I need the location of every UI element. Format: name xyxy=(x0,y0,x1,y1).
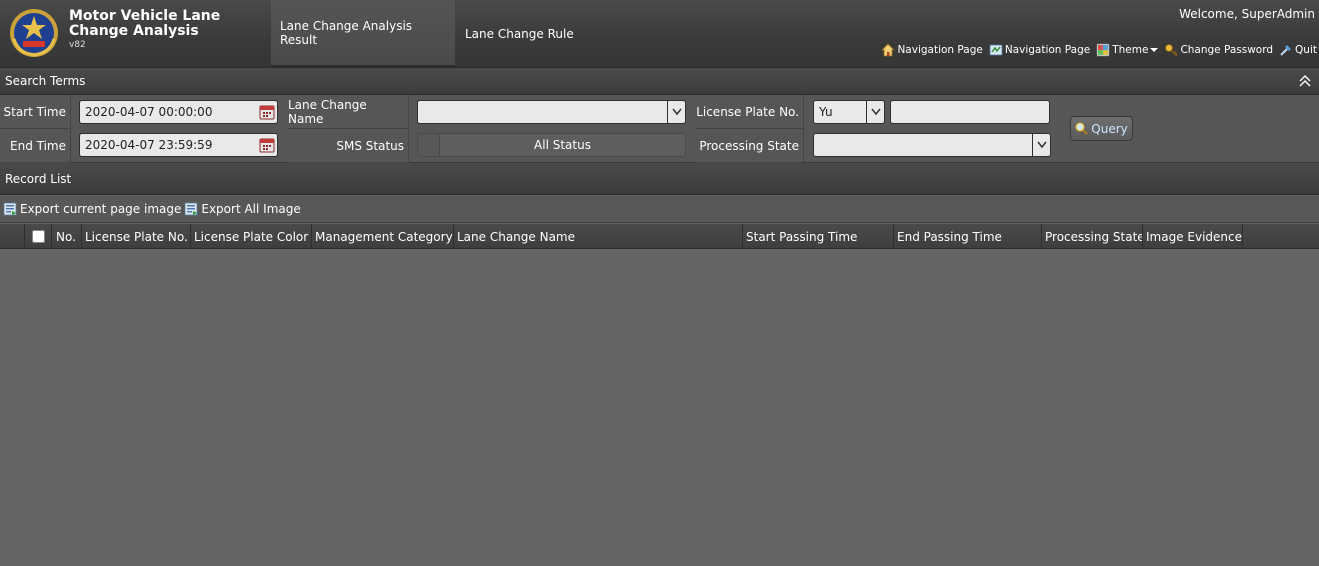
column-header-image-evidence[interactable]: Image Evidence xyxy=(1143,224,1243,249)
chevron-down-icon xyxy=(870,108,881,116)
app-header: Motor Vehicle Lane Change Analysis v82 L… xyxy=(0,0,1319,68)
column-header-start-passing-time[interactable]: Start Passing Time xyxy=(743,224,894,249)
column-header-license-plate-color[interactable]: License Plate Color xyxy=(191,224,312,249)
toplink-label: Navigation Page xyxy=(1004,44,1091,56)
chevron-down-icon xyxy=(1036,141,1047,149)
export-all-image-button[interactable]: Export All Image xyxy=(184,202,301,216)
key-icon xyxy=(1165,44,1178,57)
record-table-body xyxy=(0,250,1319,566)
query-label: Query xyxy=(1091,121,1128,136)
theme-icon xyxy=(1096,43,1110,57)
sms-status-label: SMS Status xyxy=(288,129,409,163)
export-image-icon xyxy=(3,202,17,216)
select-all-checkbox[interactable] xyxy=(31,230,45,243)
calendar-icon[interactable] xyxy=(259,137,275,153)
app-title: Motor Vehicle Lane Change Analysis xyxy=(69,8,221,39)
dropdown-arrow[interactable] xyxy=(1032,134,1050,156)
caret-down-icon xyxy=(1150,48,1159,52)
welcome-text: Welcome, SuperAdmin xyxy=(1179,7,1315,21)
license-plate-label: License Plate No. xyxy=(696,95,804,129)
export-all-image-label: Export All Image xyxy=(201,202,301,216)
toplink-label: Navigation Page xyxy=(897,44,983,56)
start-time-value: 2020-04-07 00:00:00 xyxy=(85,105,213,119)
column-header-management-category[interactable]: Management Category xyxy=(312,224,454,249)
quit-link[interactable]: Quit xyxy=(1279,43,1317,57)
license-plate-input[interactable] xyxy=(890,100,1050,124)
export-current-page-label: Export current page image xyxy=(20,202,182,216)
tab-label: Lane Change Rule xyxy=(465,26,574,41)
sms-status-value: All Status xyxy=(534,138,591,152)
record-toolbar: Export current page image Export All Ima… xyxy=(0,196,1319,223)
app-version: v82 xyxy=(69,40,86,50)
start-time-label: Start Time xyxy=(0,95,71,129)
end-time-value: 2020-04-07 23:59:59 xyxy=(85,138,213,152)
column-header-end-passing-time[interactable]: End Passing Time xyxy=(894,224,1042,249)
home-icon xyxy=(881,43,896,57)
record-list-title: Record List xyxy=(5,171,72,186)
tab-lane-change-analysis-result[interactable]: Lane Change Analysis Result xyxy=(271,0,455,67)
export-image-icon xyxy=(184,202,198,216)
select-all-cell xyxy=(24,224,52,249)
dropdown-arrow[interactable] xyxy=(667,101,685,123)
column-header-processing-state[interactable]: Processing State xyxy=(1042,224,1143,249)
tab-label: Lane Change Analysis Result xyxy=(280,18,413,47)
sms-status-toggle[interactable]: All Status xyxy=(417,133,686,157)
change-password-link[interactable]: Change Password xyxy=(1164,43,1273,57)
navigation-icon xyxy=(989,44,1003,56)
toplink-label: Change Password xyxy=(1180,44,1274,56)
end-time-input[interactable]: 2020-04-07 23:59:59 xyxy=(79,133,278,157)
plate-prefix-value: Yu xyxy=(819,105,833,119)
record-list-bar: Record List xyxy=(0,163,1319,195)
navigation-page-link-2[interactable]: Navigation Page xyxy=(989,43,1090,57)
quit-icon xyxy=(1280,45,1292,56)
end-time-label: End Time xyxy=(0,129,71,163)
dropdown-arrow[interactable] xyxy=(866,101,884,123)
column-header-no[interactable]: No. xyxy=(53,224,82,249)
toplink-label: Quit xyxy=(1295,44,1317,56)
lane-change-name-label: Lane Change Name xyxy=(288,95,409,129)
export-current-page-button[interactable]: Export current page image xyxy=(3,202,181,216)
sms-status-knob[interactable] xyxy=(418,134,440,156)
processing-state-label: Processing State xyxy=(696,129,804,163)
record-table-header: No. License Plate No. License Plate Colo… xyxy=(0,224,1319,249)
search-terms-title: Search Terms xyxy=(5,74,86,88)
calendar-icon[interactable] xyxy=(259,104,275,120)
column-header-lane-change-name[interactable]: Lane Change Name xyxy=(454,224,743,249)
search-icon xyxy=(1075,122,1088,135)
lane-change-name-select[interactable] xyxy=(417,100,686,124)
processing-state-select[interactable] xyxy=(813,133,1051,157)
theme-menu[interactable]: Theme xyxy=(1096,43,1159,57)
navigation-page-link[interactable]: Navigation Page xyxy=(881,43,983,57)
tab-lane-change-rule[interactable]: Lane Change Rule xyxy=(456,0,583,67)
top-links: Navigation Page Navigation Page Theme Ch… xyxy=(881,43,1317,57)
query-button[interactable]: Query xyxy=(1070,116,1133,141)
chevron-down-icon xyxy=(671,108,682,116)
plate-prefix-select[interactable]: Yu xyxy=(813,100,885,124)
collapse-up-icon[interactable] xyxy=(1299,74,1311,88)
toplink-label: Theme xyxy=(1112,44,1149,56)
police-emblem-icon xyxy=(10,9,58,57)
search-terms-bar[interactable]: Search Terms xyxy=(0,68,1319,95)
start-time-input[interactable]: 2020-04-07 00:00:00 xyxy=(79,100,278,124)
column-header-license-plate-no[interactable]: License Plate No. xyxy=(82,224,191,249)
